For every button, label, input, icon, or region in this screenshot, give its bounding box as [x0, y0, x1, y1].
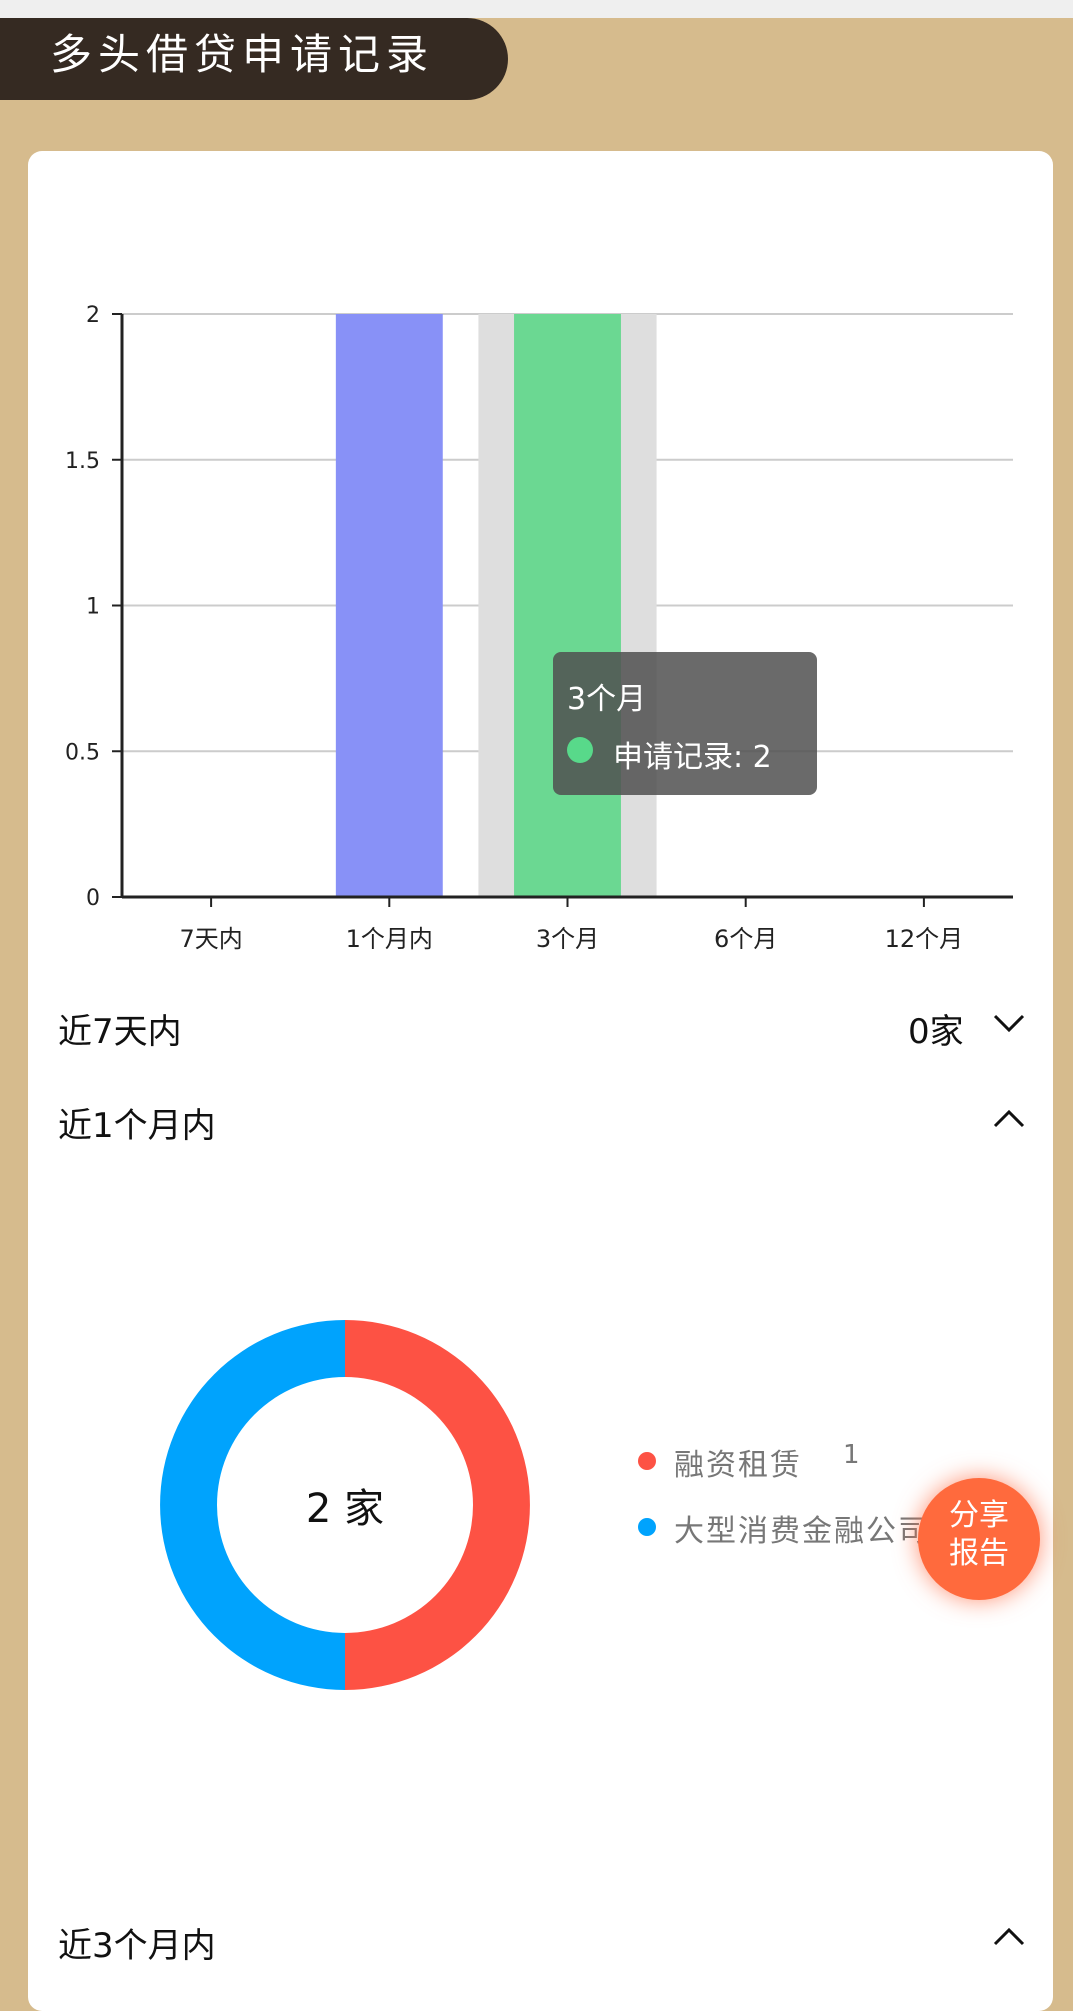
tooltip-series-label: 申请记录 — [613, 740, 733, 775]
tooltip-series-dot — [567, 737, 593, 763]
section-label-3months[interactable]: 近3个月内 — [58, 1918, 216, 1967]
y-tick-label: 1 — [86, 595, 100, 620]
bar-chart: 0 0.5 1 1.5 2 7天内 1个月内 3个月 6个月 12个月 — [65, 303, 1013, 953]
share-report-button[interactable]: 分享 报告 — [918, 1478, 1040, 1600]
bar[interactable] — [335, 314, 443, 897]
y-tick-label: 0.5 — [65, 740, 100, 765]
donut-center-label: 2 家 — [306, 1486, 384, 1532]
legend-label-consumer-finance: 大型消费金融公司 — [674, 1514, 930, 1546]
legend-dot-consumer-finance — [638, 1518, 656, 1536]
bar[interactable] — [514, 314, 621, 897]
legend-item-financing-lease: 融资租赁 1 — [638, 1440, 938, 1483]
legend-label-financing-lease: 融资租赁 — [674, 1448, 802, 1483]
tooltip-title: 3个月 — [567, 682, 647, 717]
donut-chart: 2 家 — [160, 1320, 530, 1690]
legend-dot-financing-lease — [638, 1452, 656, 1470]
x-tick-label: 3个月 — [536, 925, 599, 953]
legend-count-financing-lease: 1 — [843, 1440, 860, 1470]
share-button-line1: 分享 — [949, 1498, 1009, 1533]
section-value-7days: 0家 — [908, 1012, 964, 1052]
chevron-down-icon[interactable] — [992, 1006, 1026, 1040]
x-tick-label: 6个月 — [714, 925, 777, 953]
x-tick-label: 7天内 — [179, 925, 242, 953]
section-label-1month[interactable]: 近1个月内 — [58, 1098, 216, 1147]
legend-item-consumer-finance: 大型消费金融公司 — [638, 1506, 938, 1546]
x-tick-label: 1个月内 — [346, 925, 433, 953]
y-tick-label: 2 — [86, 303, 100, 328]
chevron-up-icon[interactable] — [992, 1102, 1026, 1136]
share-button-line2: 报告 — [949, 1536, 1009, 1571]
tooltip-value-line: 申请记录: 2 — [613, 740, 772, 775]
section-label-7days[interactable]: 近7天内 — [58, 1004, 182, 1053]
x-tick-label: 12个月 — [885, 925, 964, 953]
y-tick-label: 0 — [86, 886, 100, 911]
chart-tooltip: 3个月 申请记录: 2 — [553, 652, 817, 795]
y-tick-label: 1.5 — [65, 449, 100, 474]
chevron-up-icon[interactable] — [992, 1920, 1026, 1954]
tooltip-value: 2 — [752, 740, 772, 775]
